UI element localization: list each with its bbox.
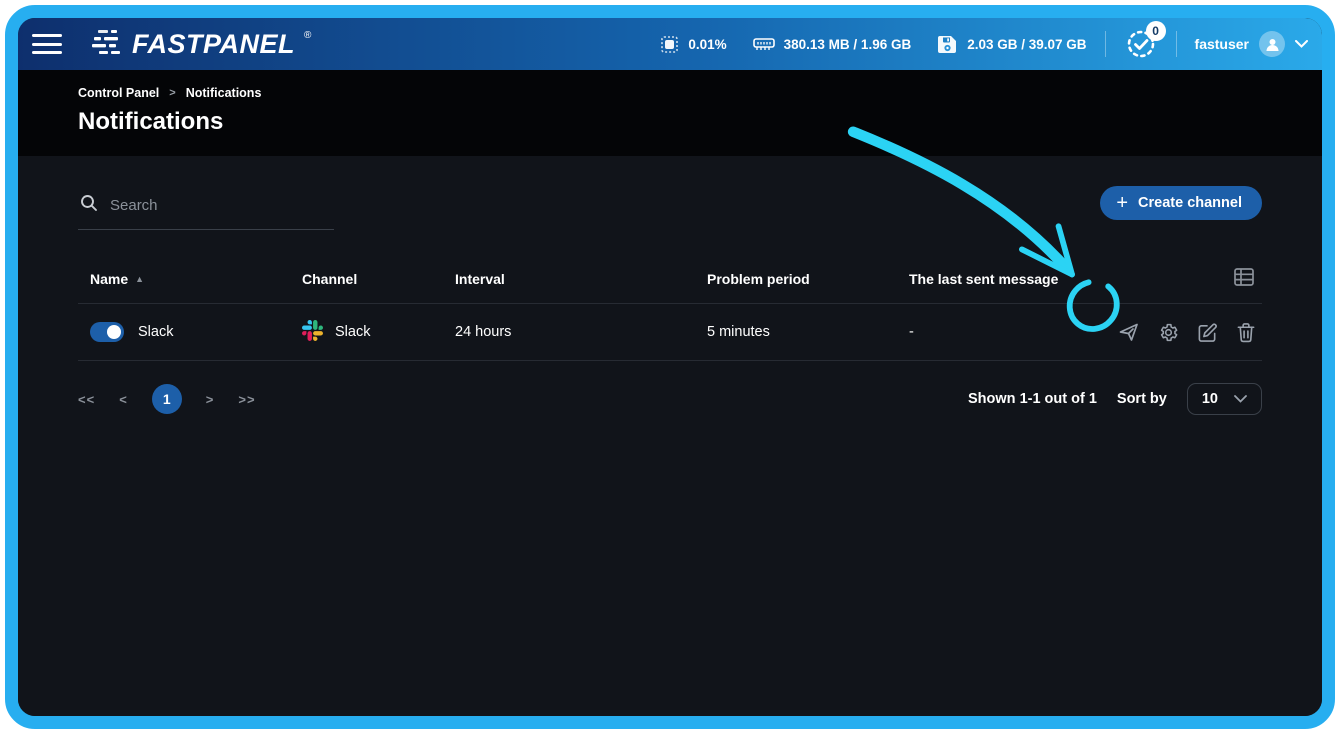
header-problem-period-label: Problem period [707,271,810,287]
disk-icon [937,35,958,54]
ram-value: 380.13 MB / 1.96 GB [784,37,912,52]
cpu-stat: 0.01% [660,35,726,54]
registered-mark: ® [304,30,311,41]
pagination-summary: Shown 1-1 out of 1 Sort by 10 [968,383,1262,415]
enabled-toggle[interactable] [90,322,124,342]
chevron-down-icon [1295,35,1308,53]
page-title: Notifications [78,108,1262,136]
row-last-sent: - [909,324,914,340]
cell-channel: Slack [290,320,443,345]
table-columns-icon [1234,268,1254,289]
cell-name: Slack [78,322,290,342]
column-header-channel[interactable]: Channel [290,271,443,287]
breadcrumb-separator: > [169,87,175,99]
slack-icon [302,320,323,345]
send-test-message-button[interactable] [1116,319,1142,345]
create-channel-label: Create channel [1138,195,1242,211]
header-name-label: Name [90,271,128,287]
username: fastuser [1195,36,1249,52]
ram-stat: 380.13 MB / 1.96 GB [753,36,912,52]
main-content: + Create channel Name ▲ Channel Interval… [18,156,1322,729]
pagination-last[interactable]: >> [238,392,255,407]
row-problem-period: 5 minutes [707,324,770,340]
column-settings-button[interactable] [1102,268,1262,289]
notifications-table: Name ▲ Channel Interval Problem period T… [78,256,1262,361]
pagination: << < 1 > >> [78,384,256,414]
row-channel: Slack [335,324,370,340]
toolbar: + Create channel [78,186,1262,230]
tasks-check-icon [1124,48,1158,65]
row-actions [1102,319,1262,345]
brand-logo[interactable]: FASTPANEL ® [92,29,310,60]
table-header-row: Name ▲ Channel Interval Problem period T… [78,256,1262,303]
create-channel-button[interactable]: + Create channel [1100,186,1262,220]
column-header-interval[interactable]: Interval [443,271,695,287]
table-footer: << < 1 > >> Shown 1-1 out of 1 Sort by 1… [78,383,1262,415]
cell-problem-period: 5 minutes [695,324,897,340]
cell-last-sent-message: - [897,324,1102,340]
column-header-name[interactable]: Name ▲ [78,271,290,287]
brand-name: FASTPANEL [132,29,295,60]
search-input[interactable] [110,197,334,214]
topbar: FASTPANEL ® 0.01% [18,18,1322,70]
shown-count-text: Shown 1-1 out of 1 [968,391,1097,407]
pagination-first[interactable]: << [78,392,95,407]
page-header: Control Panel > Notifications Notificati… [18,70,1322,156]
topbar-separator [1176,31,1177,57]
row-name: Slack [138,324,173,340]
pagination-prev[interactable]: < [119,392,128,407]
column-header-last-sent-message[interactable]: The last sent message [897,271,1102,287]
cell-interval: 24 hours [443,324,695,340]
sort-by-label: Sort by [1117,391,1167,407]
avatar [1259,31,1285,57]
delete-button[interactable] [1234,320,1258,345]
header-channel-label: Channel [302,271,357,287]
breadcrumb-control-panel[interactable]: Control Panel [78,86,159,100]
per-page-value: 10 [1202,391,1218,407]
column-header-problem-period[interactable]: Problem period [695,271,897,287]
app-window: FASTPANEL ® 0.01% [5,5,1335,729]
disk-value: 2.03 GB / 39.07 GB [967,37,1086,52]
breadcrumb: Control Panel > Notifications [78,86,1262,100]
plus-icon: + [1116,195,1128,211]
header-interval-label: Interval [455,271,505,287]
table-row: Slack Slack 24 hours 5 minutes [78,303,1262,361]
tasks-badge: 0 [1146,21,1166,41]
per-page-select[interactable]: 10 [1187,383,1262,415]
tasks-button[interactable]: 0 [1124,27,1158,61]
breadcrumb-notifications[interactable]: Notifications [186,86,262,100]
settings-button[interactable] [1156,320,1181,345]
equalizer-icon [92,29,124,60]
chevron-down-icon [1234,391,1247,407]
search-box [78,186,334,230]
cpu-value: 0.01% [688,37,726,52]
ram-icon [753,36,775,52]
edit-button[interactable] [1195,320,1220,345]
row-interval: 24 hours [455,324,511,340]
pagination-next[interactable]: > [206,392,215,407]
user-menu[interactable]: fastuser [1195,31,1308,57]
disk-stat: 2.03 GB / 39.07 GB [937,35,1086,54]
pagination-current-page[interactable]: 1 [152,384,182,414]
search-icon [80,194,98,217]
topbar-separator [1105,31,1106,57]
menu-icon[interactable] [30,32,64,56]
sort-asc-icon: ▲ [135,274,144,284]
cpu-icon [660,35,679,54]
header-last-sent-label: The last sent message [909,271,1058,287]
